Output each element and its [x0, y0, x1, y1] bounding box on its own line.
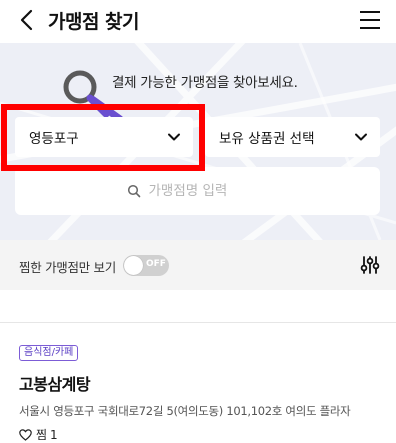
filter-bar: 찜한 가맹점만 보기 OFF: [0, 240, 396, 290]
back-arrow-icon[interactable]: [14, 6, 42, 34]
like-count: 1: [50, 427, 58, 442]
heart-icon: [19, 428, 32, 441]
hamburger-menu-icon[interactable]: [358, 8, 382, 32]
store-name: 고봉삼계탕: [19, 375, 91, 394]
chevron-down-icon: [355, 133, 367, 141]
like-label: 찜: [36, 428, 48, 442]
like-button[interactable]: 찜 1: [19, 426, 58, 443]
voucher-select-value: 보유 상품권 선택: [219, 131, 315, 147]
filter-sliders-icon[interactable]: [360, 255, 380, 275]
store-search-input[interactable]: [148, 183, 269, 199]
store-search-box[interactable]: [15, 167, 380, 215]
toggle-knob: [124, 256, 143, 275]
store-address: 서울시 영등포구 국회대로72길 5(여의도동) 101,102호 여의도 플라…: [19, 404, 351, 418]
app-header: 가맹점 찾기: [0, 0, 396, 43]
hero-message: 결제 가능한 가맹점을 찾아보세요.: [112, 75, 298, 91]
page-title: 가맹점 찾기: [48, 11, 140, 33]
toggle-state: OFF: [146, 259, 166, 269]
store-list-item[interactable]: 음식점/카페 고봉삼계탕 서울시 영등포구 국회대로72길 5(여의도동) 10…: [0, 323, 396, 443]
highlight-box: [1, 104, 205, 171]
liked-only-toggle[interactable]: OFF: [123, 255, 169, 276]
liked-only-label: 찜한 가맹점만 보기: [19, 260, 116, 275]
voucher-select[interactable]: 보유 상품권 선택: [205, 117, 380, 157]
search-icon: [127, 184, 140, 198]
category-badge: 음식점/카페: [19, 345, 79, 361]
